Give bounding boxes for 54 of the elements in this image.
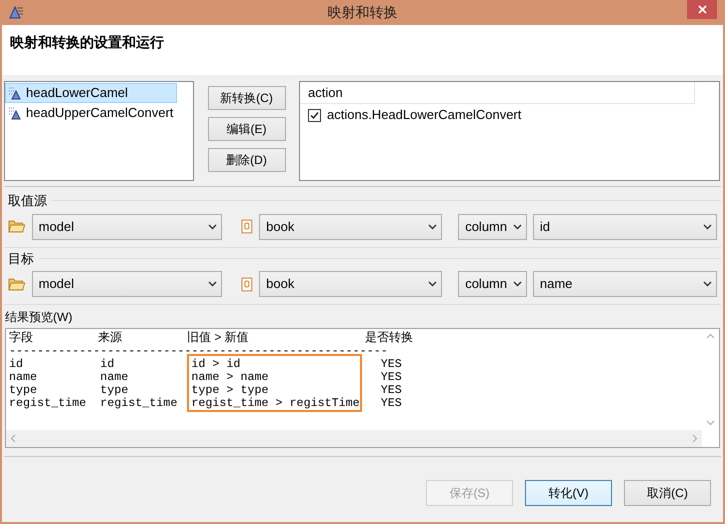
document-icon xyxy=(241,219,254,234)
dropdown[interactable]: name xyxy=(532,271,717,297)
column-header[interactable]: action xyxy=(300,82,695,104)
group-label: 取值源 xyxy=(7,192,48,210)
preview-line: regist_time regist_time regist_time > registTime YES xyxy=(9,397,402,410)
preview-label: 结果预览(W) xyxy=(4,309,74,326)
heading-text: 旧值 > 新值 xyxy=(187,330,249,344)
close-button[interactable] xyxy=(687,0,717,19)
list-item[interactable]: headLowerCamel xyxy=(5,83,177,103)
close-icon xyxy=(698,5,706,14)
chevron-down-icon xyxy=(703,281,712,287)
chevron-down-icon xyxy=(428,281,438,287)
preview-line: ------------------------------------------------------ xyxy=(9,345,388,358)
dropdown[interactable]: column xyxy=(458,214,527,240)
command-button[interactable]: 新转换(C) xyxy=(208,86,286,110)
dropdown[interactable]: model xyxy=(32,214,222,240)
chevron-down-icon xyxy=(428,224,438,230)
group-label: 目标 xyxy=(7,250,35,268)
preview-line: type type type > type YES xyxy=(9,384,402,397)
command-button[interactable]: 删除(D) xyxy=(208,148,286,172)
horizontal-scrollbar[interactable] xyxy=(6,430,702,447)
tree-node-icon xyxy=(8,86,22,100)
preview-line: name name name > name YES xyxy=(9,371,402,384)
chevron-down-icon xyxy=(512,281,522,287)
heading-text: 来源 xyxy=(98,330,122,344)
tree-node-icon xyxy=(8,106,22,120)
dropdown[interactable]: id xyxy=(532,214,717,240)
document-icon xyxy=(241,276,254,292)
folder-icon xyxy=(8,276,26,292)
dropdown[interactable]: book xyxy=(259,214,442,240)
chevron-down-icon xyxy=(512,224,522,230)
list-item[interactable]: headUpperCamelConvert xyxy=(5,103,177,123)
checkbox[interactable] xyxy=(308,108,321,122)
dropdown[interactable]: book xyxy=(259,271,442,297)
chevron-down-icon xyxy=(706,420,715,426)
dropdown[interactable]: column xyxy=(458,271,527,297)
heading-text: 是否转换 xyxy=(365,330,413,344)
chevron-down-icon xyxy=(208,224,217,230)
chevron-up-icon xyxy=(706,333,715,339)
command-button[interactable]: 编辑(E) xyxy=(208,117,286,141)
folder-icon xyxy=(8,219,26,234)
app-icon xyxy=(8,5,24,20)
dialog-button[interactable]: 转化(V) xyxy=(525,480,612,506)
dropdown[interactable]: model xyxy=(32,271,222,297)
chevron-right-icon xyxy=(692,434,698,443)
chevron-down-icon xyxy=(208,281,217,287)
action-label: actions.HeadLowerCamelConvert xyxy=(327,106,522,124)
window-title: 映射和转换 xyxy=(328,3,398,22)
preview-line: id id id > id YES xyxy=(9,358,402,371)
chevron-left-icon xyxy=(10,434,16,443)
chevron-down-icon xyxy=(703,224,712,230)
page-heading: 映射和转换的设置和运行 xyxy=(10,34,164,50)
dialog-button[interactable]: 取消(C) xyxy=(624,480,711,506)
heading-text: 字段 xyxy=(9,330,33,344)
